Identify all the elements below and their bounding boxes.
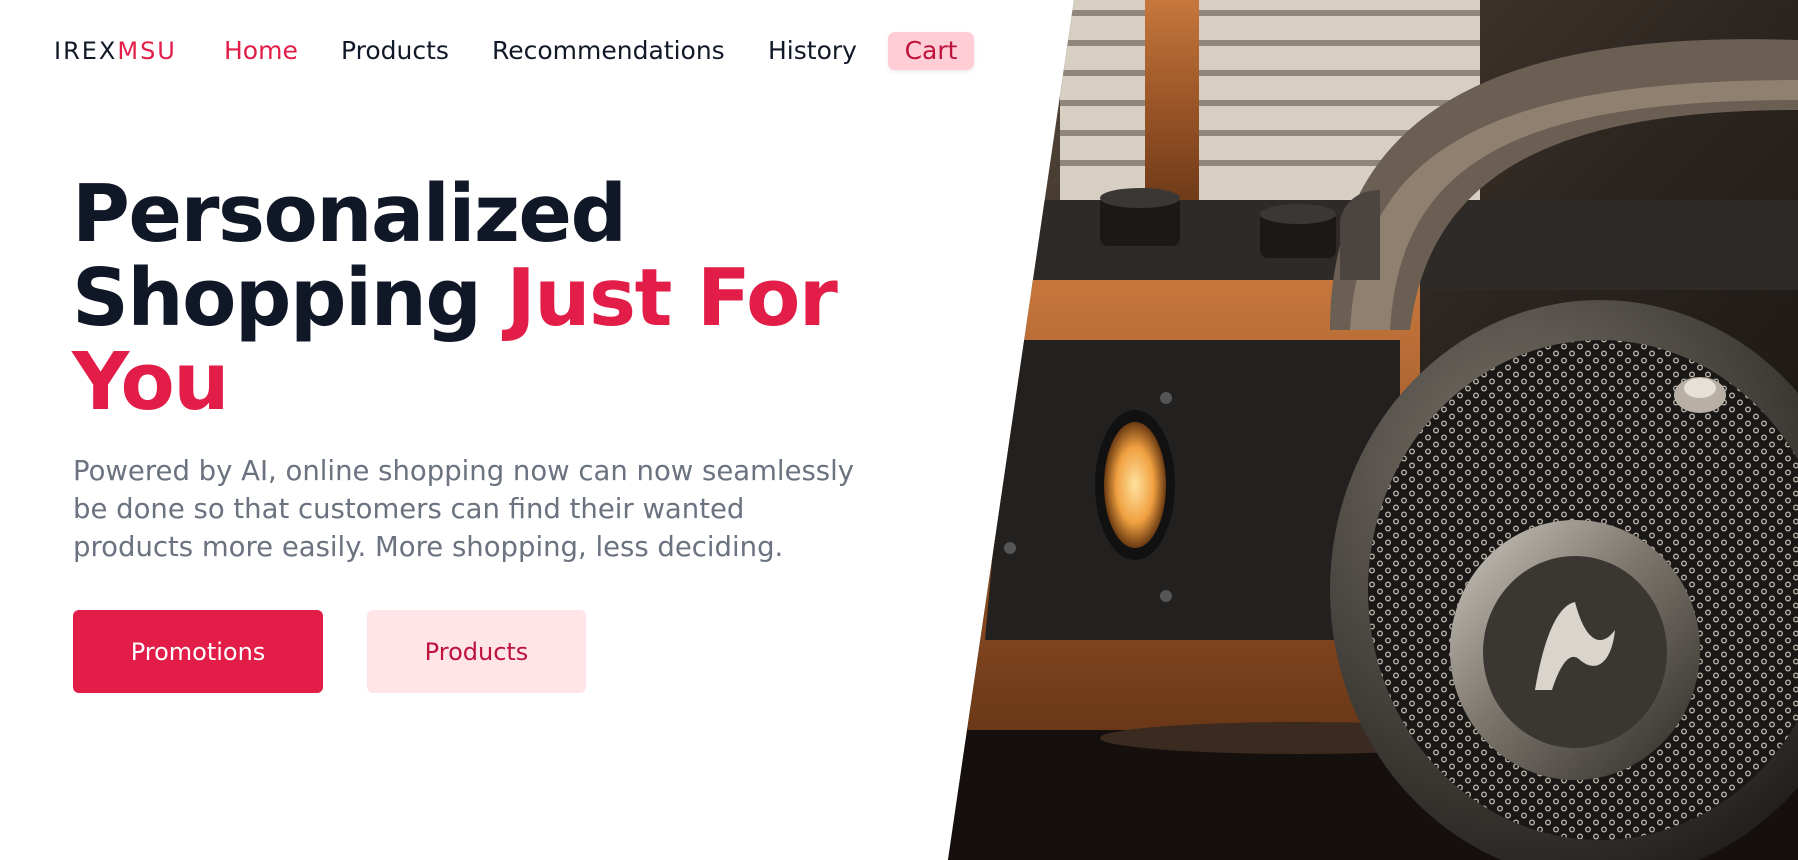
headline-line2: Shopping bbox=[72, 252, 482, 344]
nav-history[interactable]: History bbox=[768, 36, 857, 66]
hero-image bbox=[948, 0, 1798, 860]
nav-home[interactable]: Home bbox=[224, 36, 298, 66]
nav-products[interactable]: Products bbox=[341, 36, 449, 66]
headline-accent: Just For bbox=[506, 252, 837, 344]
brand-logo-part2: MSU bbox=[117, 37, 177, 65]
nav-recommendations[interactable]: Recommendations bbox=[492, 36, 725, 66]
cart-button[interactable]: Cart bbox=[888, 32, 974, 70]
headline-accent-you: You bbox=[72, 336, 229, 428]
brand-logo[interactable]: IREXMSU bbox=[54, 36, 177, 66]
brand-logo-part1: IREX bbox=[54, 37, 118, 65]
promotions-button[interactable]: Promotions bbox=[73, 610, 323, 693]
hero-headline: Personalized Shopping Just For You bbox=[72, 172, 838, 424]
products-button[interactable]: Products bbox=[367, 610, 586, 693]
hero-description: Powered by AI, online shopping now can n… bbox=[73, 455, 855, 563]
headline-line1: Personalized bbox=[72, 168, 627, 260]
